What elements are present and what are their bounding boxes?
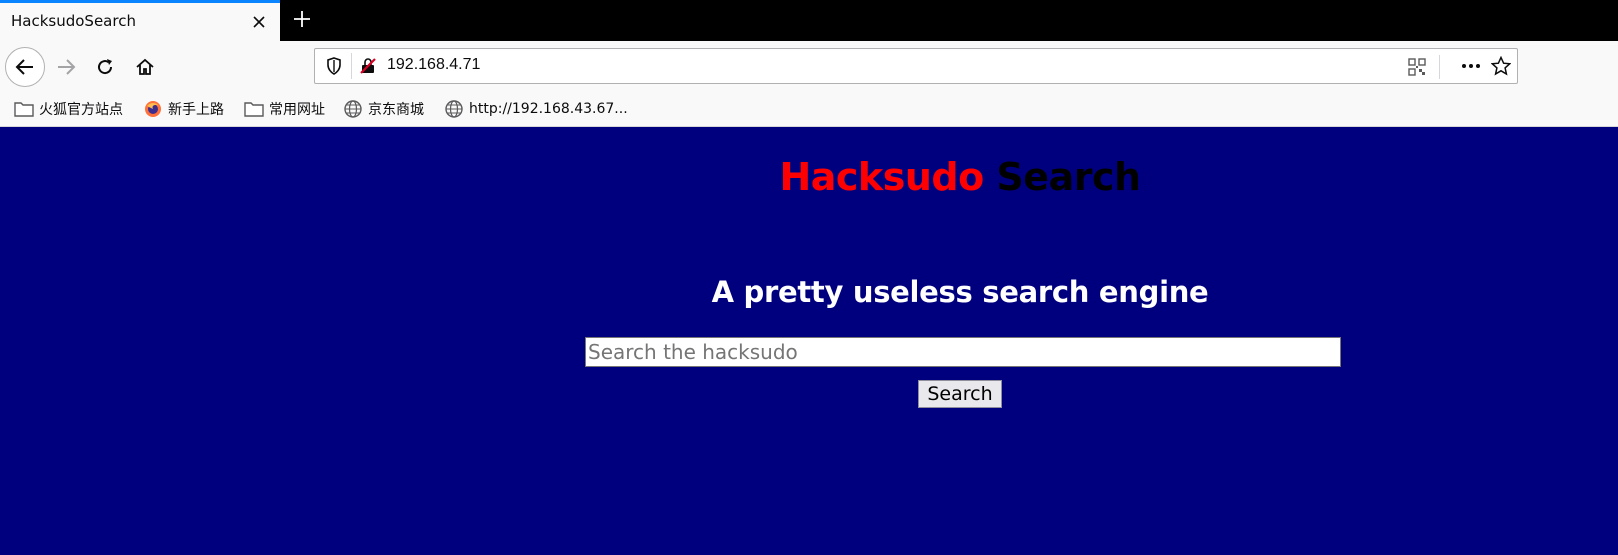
bookmarks-toolbar: 火狐官方站点 新手上路 常用网址 京东商城 http://192.168.43.… — [0, 91, 1618, 127]
navigation-toolbar: 192.168.4.71 — [0, 41, 1618, 91]
globe-icon — [343, 99, 363, 119]
home-icon — [136, 58, 154, 75]
bookmark-label: http://192.168.43.67... — [469, 101, 628, 117]
page-content: Hacksudo Search A pretty useless search … — [0, 127, 1618, 555]
reload-icon — [98, 59, 113, 75]
title-search: Search — [996, 155, 1141, 199]
tab-strip: HacksudoSearch — [0, 0, 1618, 41]
url-text[interactable]: 192.168.4.71 — [387, 56, 480, 74]
close-icon[interactable] — [248, 11, 270, 33]
bookmark-item[interactable]: http://192.168.43.67... — [444, 97, 628, 121]
bookmark-item[interactable]: 新手上路 — [143, 97, 224, 121]
folder-icon — [14, 99, 34, 119]
page-subtitle: A pretty useless search engine — [711, 275, 1209, 309]
bookmark-item[interactable]: 常用网址 — [244, 97, 325, 121]
more-actions-icon[interactable] — [1458, 55, 1484, 77]
address-bar-divider — [1439, 55, 1440, 79]
page-title: Hacksudo Search — [0, 155, 1618, 199]
back-arrow-icon — [15, 59, 33, 75]
bookmark-label: 京东商城 — [368, 102, 424, 118]
address-bar-divider — [351, 53, 352, 79]
tab-title: HacksudoSearch — [11, 12, 136, 30]
back-button[interactable] — [5, 47, 45, 87]
reload-button[interactable] — [89, 51, 121, 83]
bookmark-label: 新手上路 — [168, 102, 224, 118]
search-button[interactable]: Search — [918, 380, 1002, 408]
bookmark-item[interactable]: 火狐官方站点 — [14, 97, 123, 121]
home-button[interactable] — [129, 51, 161, 83]
address-bar[interactable]: 192.168.4.71 — [314, 48, 1518, 84]
qr-code-icon[interactable] — [1406, 56, 1428, 78]
forward-button[interactable] — [50, 51, 82, 83]
folder-icon — [244, 99, 264, 119]
bookmark-item[interactable]: 京东商城 — [343, 97, 424, 121]
globe-icon — [444, 99, 464, 119]
title-hacksudo: Hacksudo — [779, 155, 984, 199]
plus-icon[interactable] — [290, 7, 314, 31]
bookmark-star-icon[interactable] — [1489, 54, 1513, 78]
insecure-connection-icon[interactable] — [357, 55, 379, 77]
firefox-icon — [143, 99, 163, 119]
bookmark-label: 常用网址 — [269, 102, 325, 118]
browser-tab[interactable]: HacksudoSearch — [0, 0, 280, 41]
forward-arrow-icon — [58, 59, 76, 75]
tracking-shield-icon[interactable] — [323, 55, 345, 77]
bookmark-label: 火狐官方站点 — [39, 102, 123, 118]
search-input[interactable] — [585, 337, 1341, 367]
